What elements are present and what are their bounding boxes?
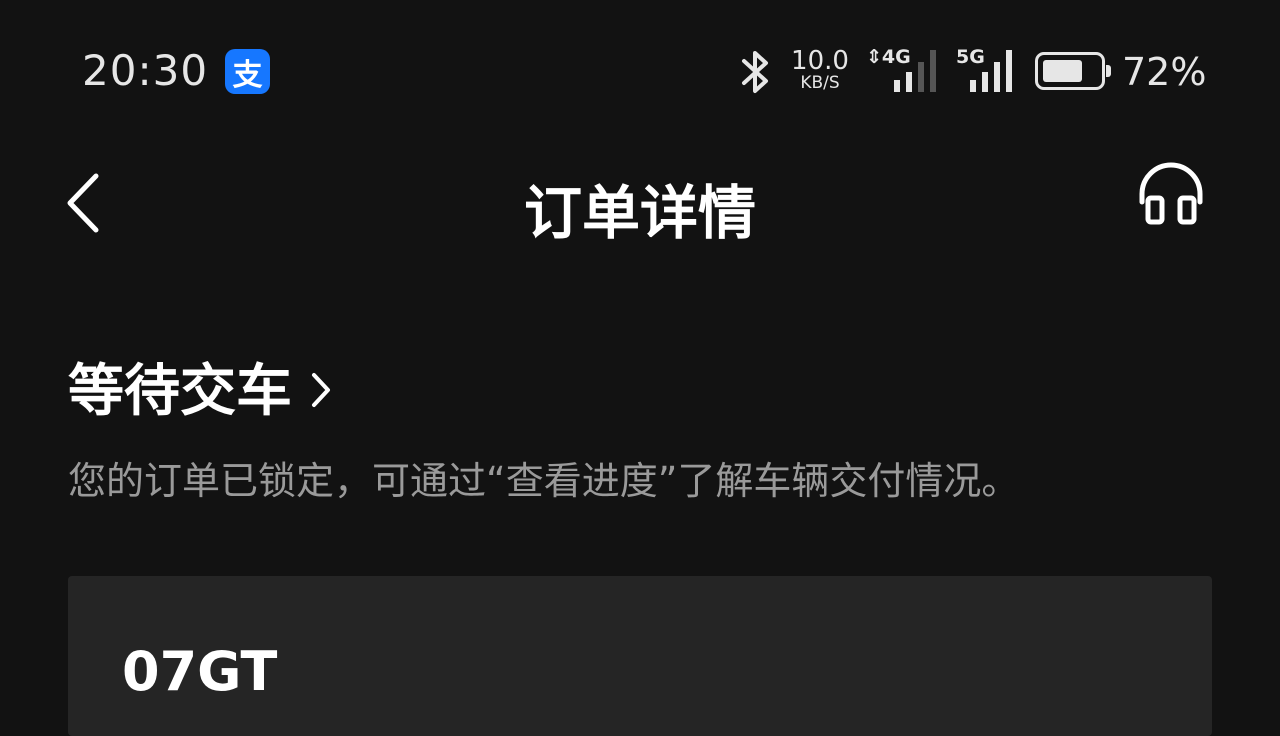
battery-cap [1106,65,1111,77]
page-title: 订单详情 [523,179,756,247]
bluetooth-icon [742,51,768,93]
order-status-description: 您的订单已锁定，可通过“查看进度”了解车辆交付情况。 [68,459,1020,503]
battery-icon [1035,52,1111,90]
net-speed-unit: KB/S [800,73,840,93]
status-time: 20:30 [82,46,209,95]
signal-sim2-icon: 5G [956,46,1026,96]
battery-percentage: 72% [1122,50,1207,94]
battery-fill [1043,60,1082,82]
signal-sim1-icon: ⇕4G [866,46,946,96]
order-status-link[interactable]: 等待交车 [68,346,332,427]
vehicle-card[interactable]: 07GT [68,576,1212,736]
chevron-right-icon [312,372,330,407]
headset-icon [1139,162,1203,225]
net-speed: 10.0 KB/S [790,48,850,92]
vehicle-model-name: 07GT [122,640,278,703]
net-speed-value: 10.0 [791,46,849,76]
alipay-icon: 支 [225,49,270,94]
order-status-label: 等待交车 [68,359,292,424]
customer-service-button[interactable] [1136,160,1206,230]
status-bar: 20:30 支 10.0 KB/S ⇕4G 5G 72% [0,0,1280,140]
